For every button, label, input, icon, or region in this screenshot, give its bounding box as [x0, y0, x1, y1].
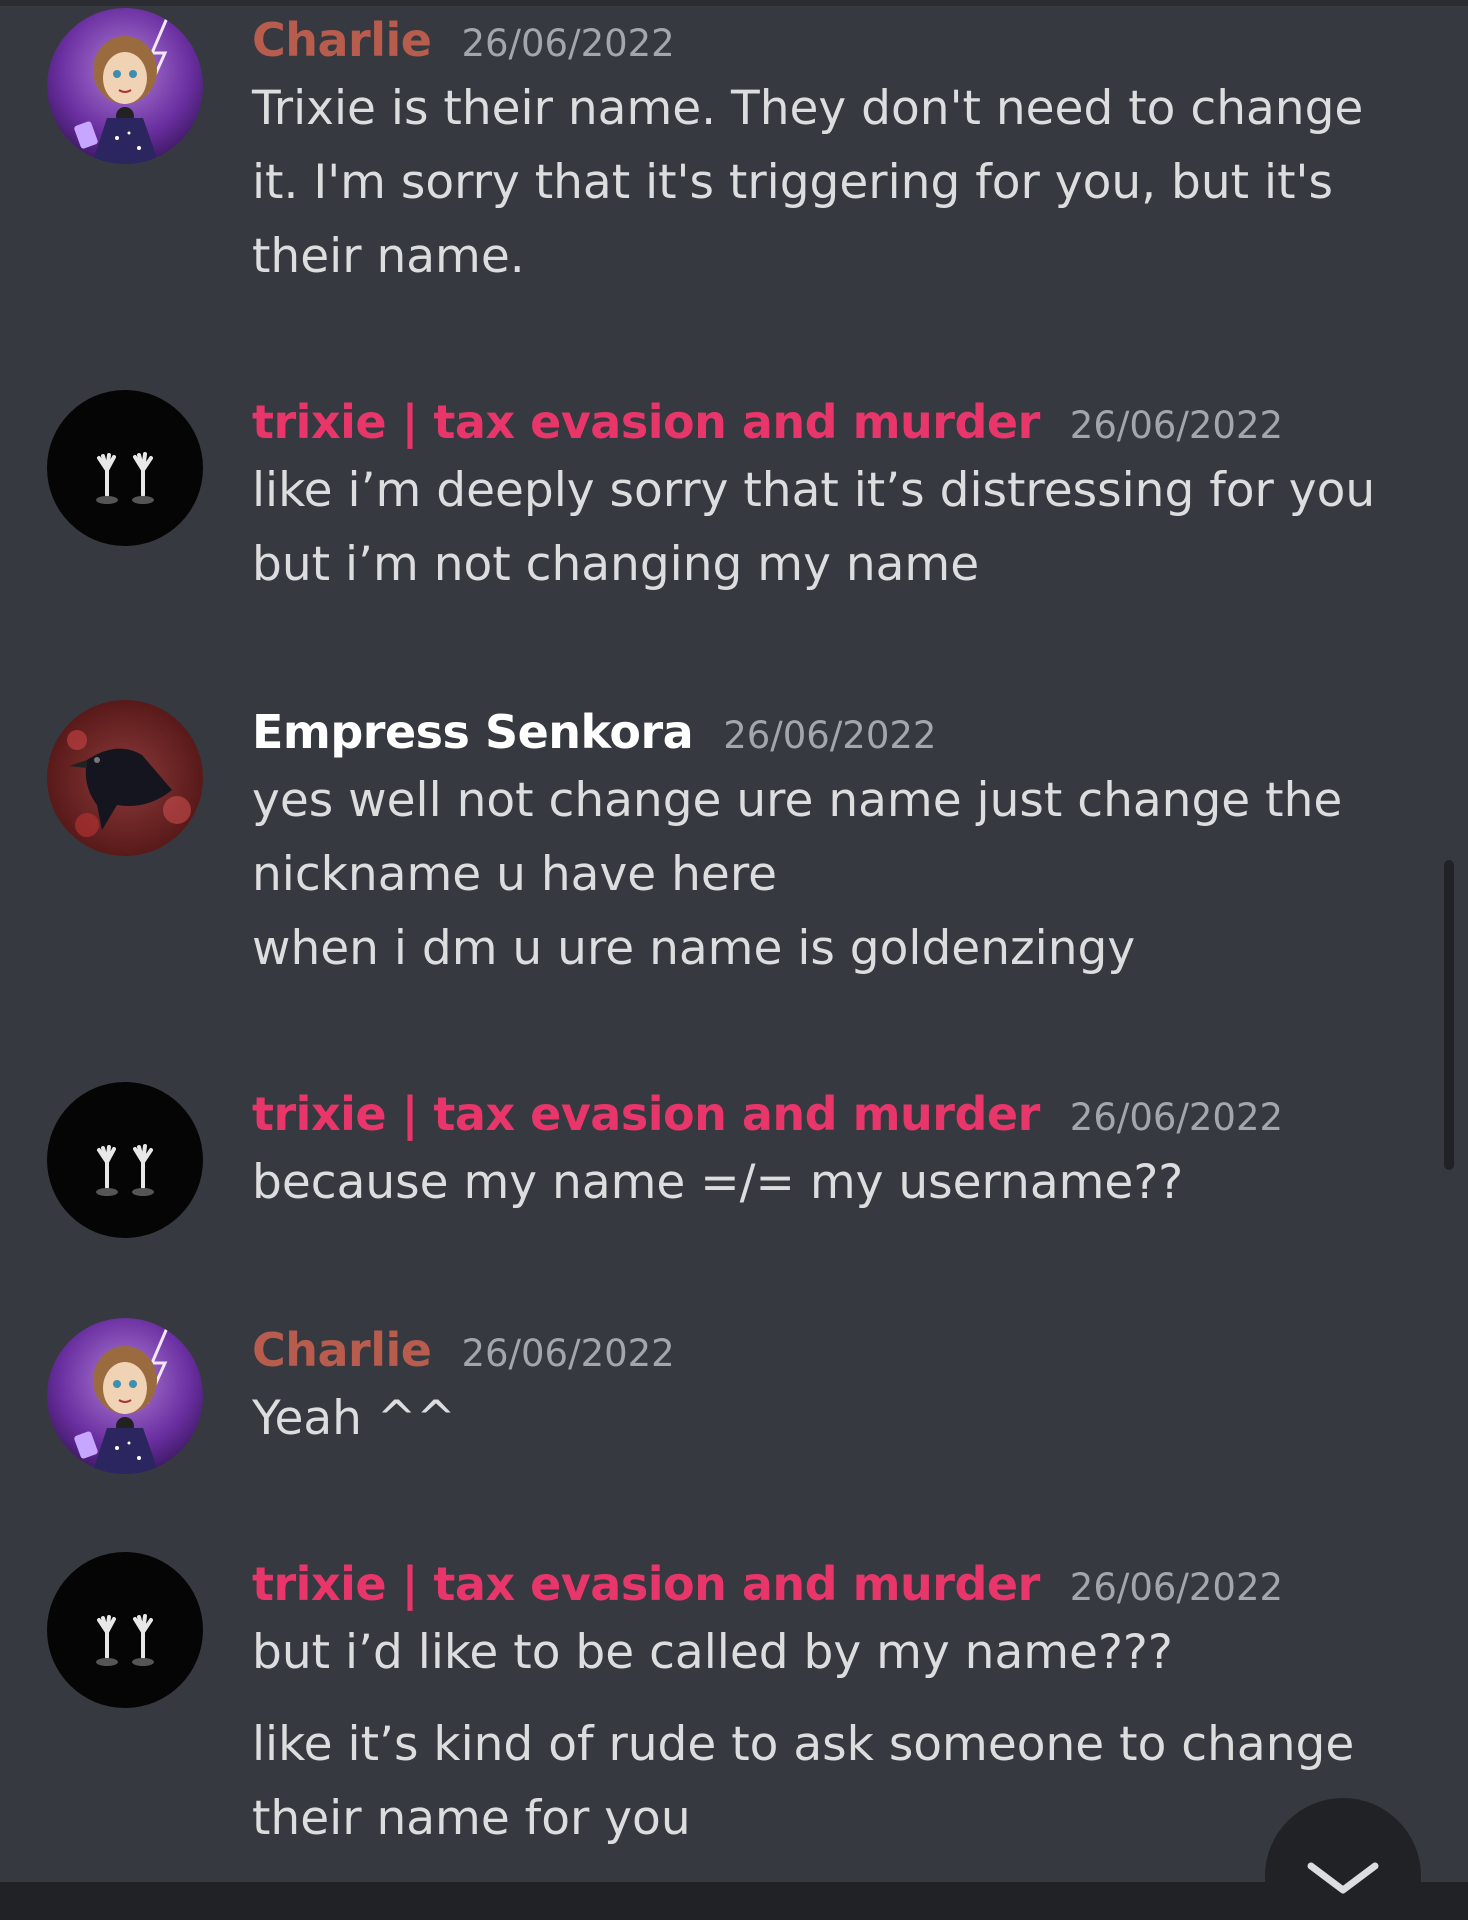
timestamp: 26/06/2022 [461, 1332, 675, 1375]
author-name[interactable]: trixie | tax evasion and murder [252, 1087, 1040, 1141]
message-text: Yeah ^^ [252, 1391, 456, 1446]
chevron-down-icon [1307, 1862, 1379, 1894]
message-text: because my name =/= my username?? [252, 1155, 1184, 1210]
timestamp: 26/06/2022 [1069, 1566, 1284, 1609]
bottom-bar [0, 1882, 1468, 1920]
message-text: when i dm u ure name is goldenzingy [252, 921, 1136, 976]
author-name[interactable]: Charlie [252, 13, 432, 67]
author-name[interactable]: Empress Senkora [252, 705, 694, 759]
timestamp: 26/06/2022 [461, 22, 675, 65]
message-text: it. I'm sorry that it's triggering for y… [252, 155, 1333, 210]
message-header: Charlie 26/06/2022 [252, 8, 1428, 72]
top-edge [0, 0, 1468, 6]
timestamp: 26/06/2022 [1069, 1096, 1284, 1139]
empress-avatar[interactable] [47, 700, 203, 856]
message-text: like it’s kind of rude to ask someone to… [252, 1717, 1355, 1772]
message-text: Trixie is their name. They don't need to… [252, 81, 1364, 136]
message-text: nickname u have here [252, 847, 778, 902]
charlie-avatar[interactable] [47, 8, 203, 164]
message-text: their name for you [252, 1791, 691, 1846]
message-header: trixie | tax evasion and murder 26/06/202… [252, 1552, 1428, 1616]
trixie-avatar[interactable] [47, 390, 203, 546]
message-header: Empress Senkora 26/06/2022 [252, 700, 1428, 764]
author-name[interactable]: Charlie [252, 1323, 432, 1377]
timestamp: 26/06/2022 [723, 714, 937, 757]
author-name[interactable]: trixie | tax evasion and murder [252, 1557, 1040, 1611]
message-text: but i’m not changing my name [252, 537, 980, 592]
message-text: but i’d like to be called by my name??? [252, 1625, 1173, 1680]
message-header: Charlie 26/06/2022 [252, 1318, 1428, 1382]
author-name[interactable]: trixie | tax evasion and murder [252, 395, 1040, 449]
message-text: like i’m deeply sorry that it’s distress… [252, 463, 1376, 518]
scrollbar[interactable] [1444, 860, 1454, 1170]
message-header: trixie | tax evasion and murder 26/06/202… [252, 1082, 1428, 1146]
charlie-avatar[interactable] [47, 1318, 203, 1474]
timestamp: 26/06/2022 [1069, 404, 1284, 447]
trixie-avatar[interactable] [47, 1552, 203, 1708]
message-header: trixie | tax evasion and murder 26/06/202… [252, 390, 1428, 454]
message-text: yes well not change ure name just change… [252, 773, 1343, 828]
message-text: their name. [252, 229, 525, 284]
trixie-avatar[interactable] [47, 1082, 203, 1238]
